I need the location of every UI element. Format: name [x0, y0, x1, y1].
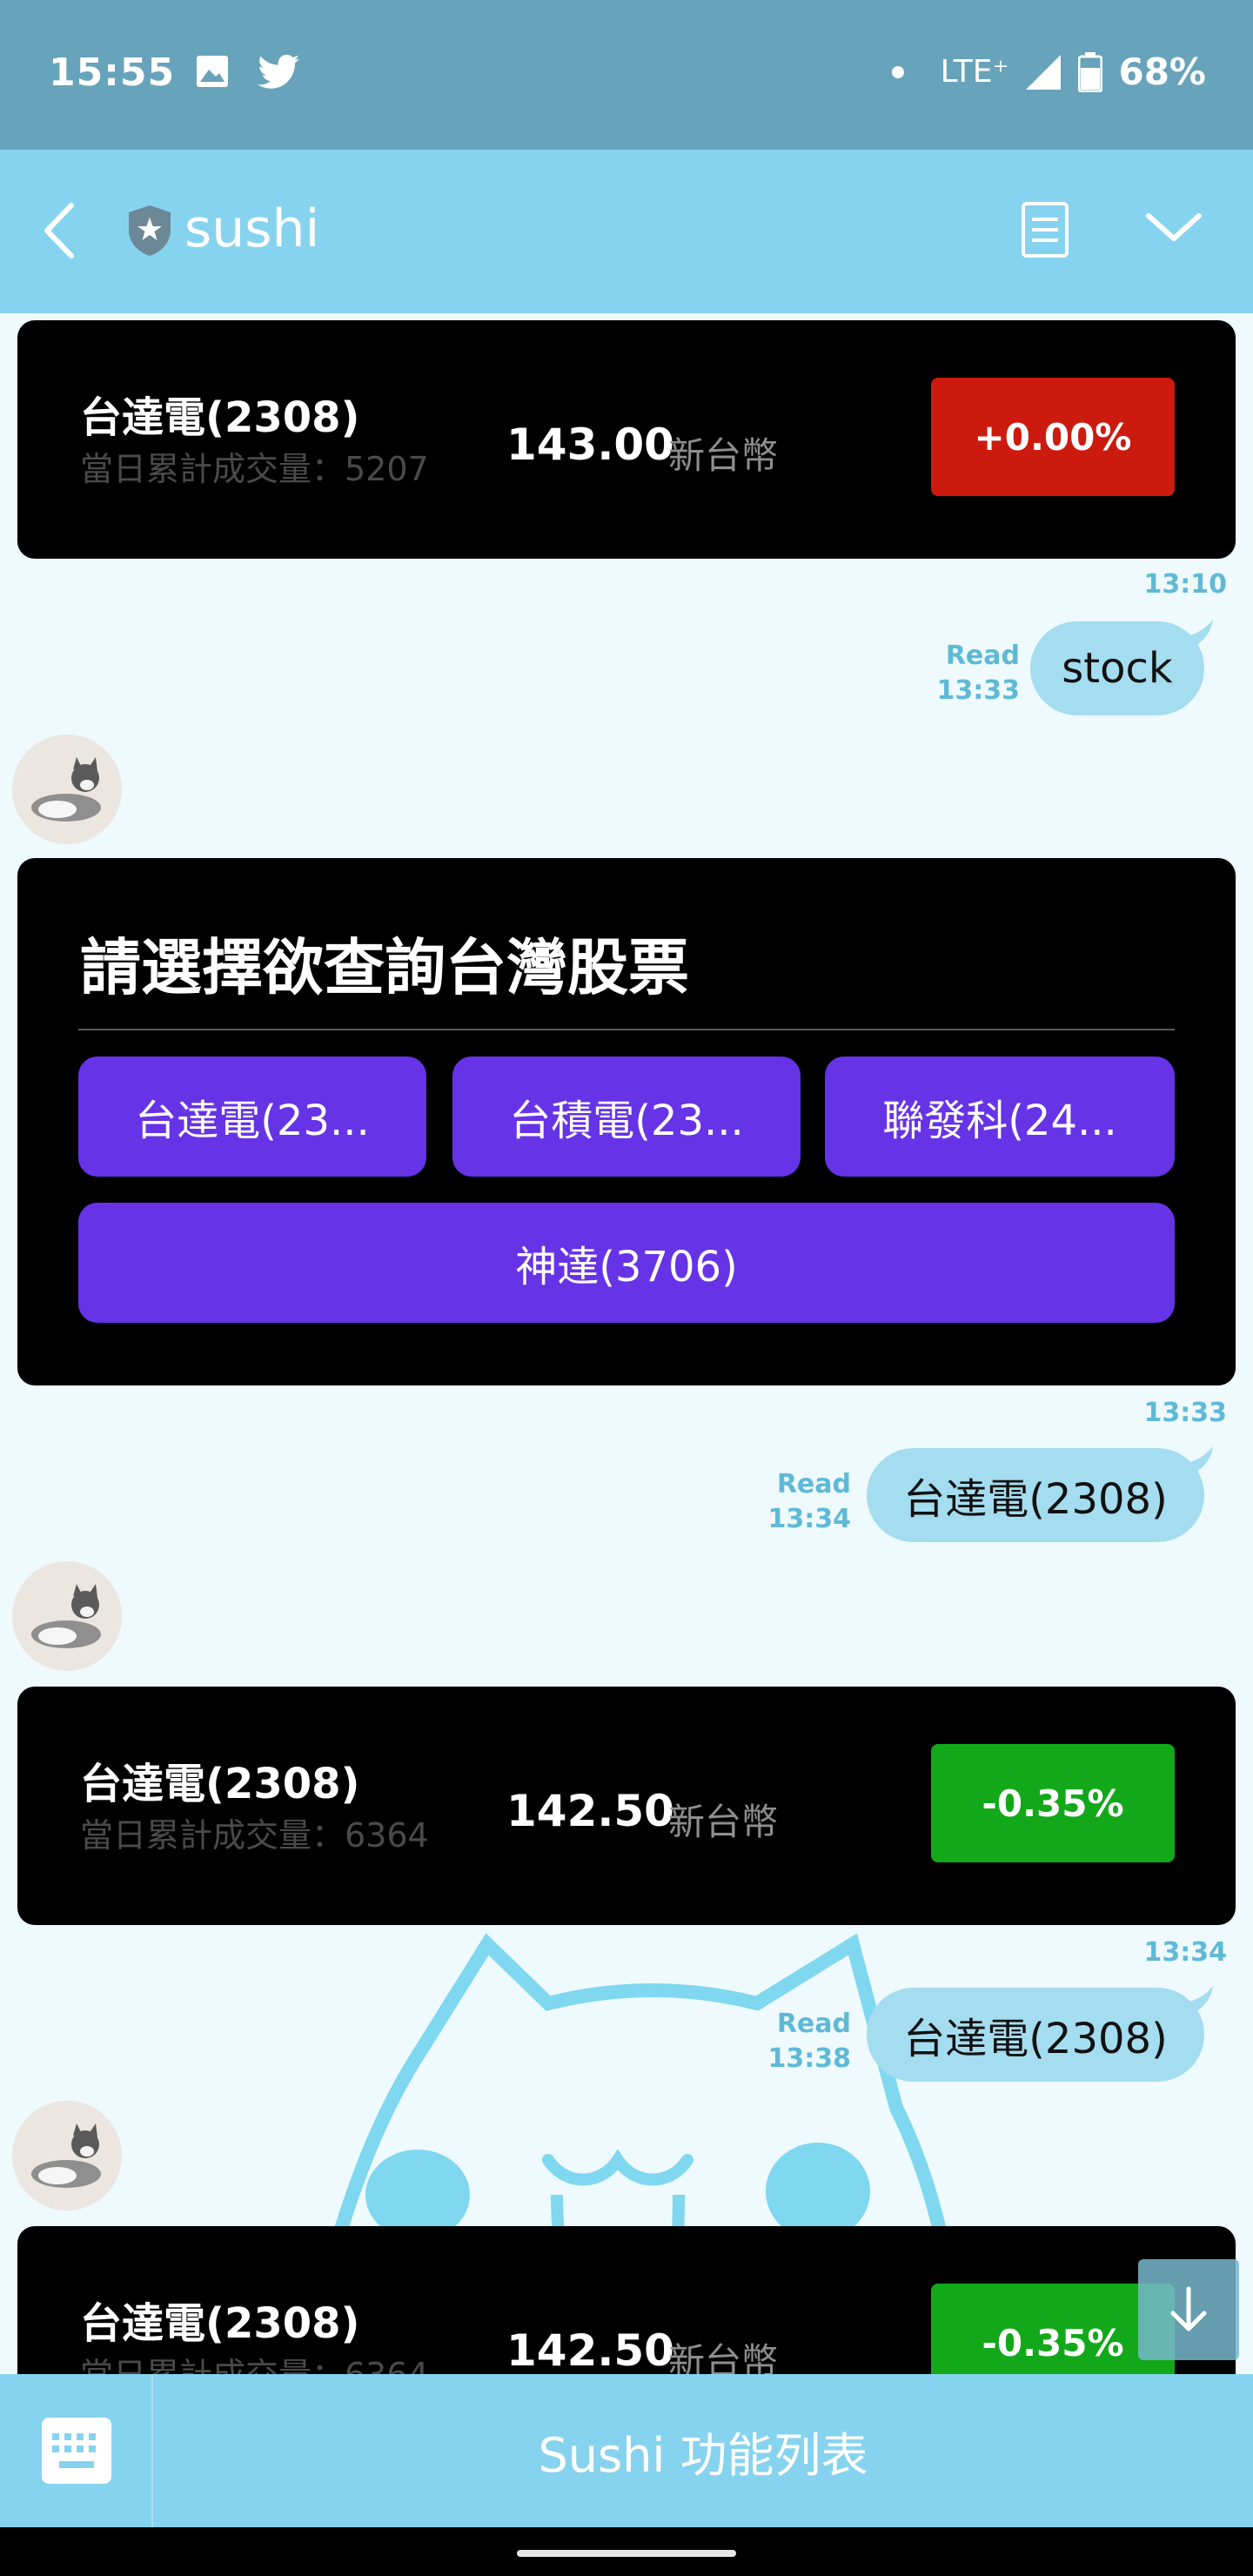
stock-volume: 當日累計成交量：6364 [80, 1816, 429, 1855]
read-time: 13:34 [767, 1504, 852, 1534]
menu-button-mediatek[interactable]: 聯發科(24... [825, 1057, 1175, 1177]
keyboard-icon[interactable] [42, 2418, 111, 2484]
read-receipt: Read 13:34 [768, 1467, 852, 1537]
message-text: 台達電(2308) [903, 2015, 1168, 2063]
stock-volume: 當日累計成交量：5207 [80, 450, 429, 488]
stock-volume: 當日累計成交量：6364 [80, 2348, 429, 2374]
battery-icon [1078, 51, 1103, 92]
menu-title: 請選擇欲查詢台灣股票 [80, 932, 689, 1003]
cat-avatar-icon [12, 2101, 122, 2210]
battery-percent: 68% [1118, 50, 1206, 93]
menu-button-mitac[interactable]: 神達(3706) [78, 1203, 1175, 1323]
note-icon[interactable] [1018, 200, 1072, 259]
arrow-down-icon [1170, 2286, 1207, 2331]
stock-card[interactable]: 台達電(2308) 當日累計成交量：6364 142.50 新台幣 -0.35% [17, 2226, 1236, 2374]
network-type: LTE⁺ [940, 54, 1009, 90]
signal-icon [1026, 54, 1062, 90]
stock-price: 143.00 [506, 419, 674, 470]
notification-dot [891, 65, 904, 78]
message-time: 13:10 [1143, 569, 1228, 600]
user-message-bubble[interactable]: 台達電(2308) [867, 1446, 1213, 1542]
read-receipt: Read 13:33 [937, 639, 1021, 708]
image-icon [197, 56, 228, 87]
stock-name: 台達電(2308) [80, 393, 360, 442]
status-time: 15:55 [49, 50, 176, 95]
message-time: 13:33 [1143, 1398, 1228, 1428]
read-time: 13:38 [767, 2043, 852, 2074]
avatar[interactable] [12, 1561, 122, 1671]
read-label: Read [776, 2009, 851, 2039]
read-label: Read [776, 1469, 851, 1499]
chat-area[interactable]: 台達電(2308) 當日累計成交量：5207 143.00 新台幣 +0.00%… [0, 313, 1253, 2374]
read-time: 13:33 [936, 675, 1021, 706]
stock-currency: 新台幣 [668, 434, 779, 477]
user-message-bubble[interactable]: 台達電(2308) [867, 1986, 1213, 2082]
system-nav-bar [0, 2527, 1253, 2576]
read-receipt: Read 13:38 [768, 2007, 852, 2076]
stock-currency: 新台幣 [668, 1801, 779, 1843]
shield-star-icon [129, 205, 171, 256]
stock-change-badge: +0.00% [931, 378, 1175, 496]
menu-divider [78, 1029, 1175, 1030]
back-arrow-icon[interactable] [38, 202, 82, 259]
rich-menu-toggle[interactable]: Sushi 功能列表 [153, 2374, 1253, 2527]
stock-menu-card: 請選擇欲查詢台灣股票 台達電(23... 台積電(23... 聯發科(24...… [17, 858, 1236, 1385]
status-bar: 15:55 LTE⁺ 68% [0, 0, 1253, 150]
stock-name: 台達電(2308) [80, 1760, 360, 1808]
avatar[interactable] [12, 735, 122, 844]
menu-button-delta[interactable]: 台達電(23... [78, 1057, 426, 1177]
rich-menu-bar: Sushi 功能列表 [0, 2374, 1253, 2527]
chat-header: sushi [0, 150, 1253, 313]
message-time: 13:34 [1143, 1937, 1228, 1968]
stock-card[interactable]: 台達電(2308) 當日累計成交量：5207 143.00 新台幣 +0.00% [17, 320, 1236, 559]
message-text: stock [1062, 644, 1173, 693]
chat-title[interactable]: sushi [184, 198, 319, 259]
stock-card[interactable]: 台達電(2308) 當日累計成交量：6364 142.50 新台幣 -0.35% [17, 1687, 1236, 1925]
bubble-tail [1182, 1446, 1213, 1479]
read-label: Read [945, 641, 1020, 671]
avatar[interactable] [12, 2101, 122, 2210]
cat-avatar-icon [12, 1561, 122, 1671]
twitter-icon [258, 54, 299, 89]
user-message-bubble[interactable]: stock [1030, 620, 1213, 715]
message-text: 台達電(2308) [903, 1475, 1168, 1524]
cat-avatar-icon [12, 735, 122, 844]
stock-price: 142.50 [506, 1786, 674, 1836]
stock-change-badge: -0.35% [931, 1744, 1175, 1862]
stock-name: 台達電(2308) [80, 2299, 360, 2348]
scroll-to-bottom-button[interactable] [1138, 2259, 1239, 2360]
stock-price: 142.50 [506, 2325, 674, 2374]
menu-button-tsmc[interactable]: 台積電(23... [452, 1057, 801, 1177]
stock-currency: 新台幣 [668, 2340, 779, 2374]
home-gesture-pill[interactable] [517, 2550, 736, 2557]
chevron-down-icon[interactable] [1143, 205, 1204, 249]
bubble-tail [1182, 620, 1213, 653]
bubble-tail [1182, 1986, 1213, 2019]
